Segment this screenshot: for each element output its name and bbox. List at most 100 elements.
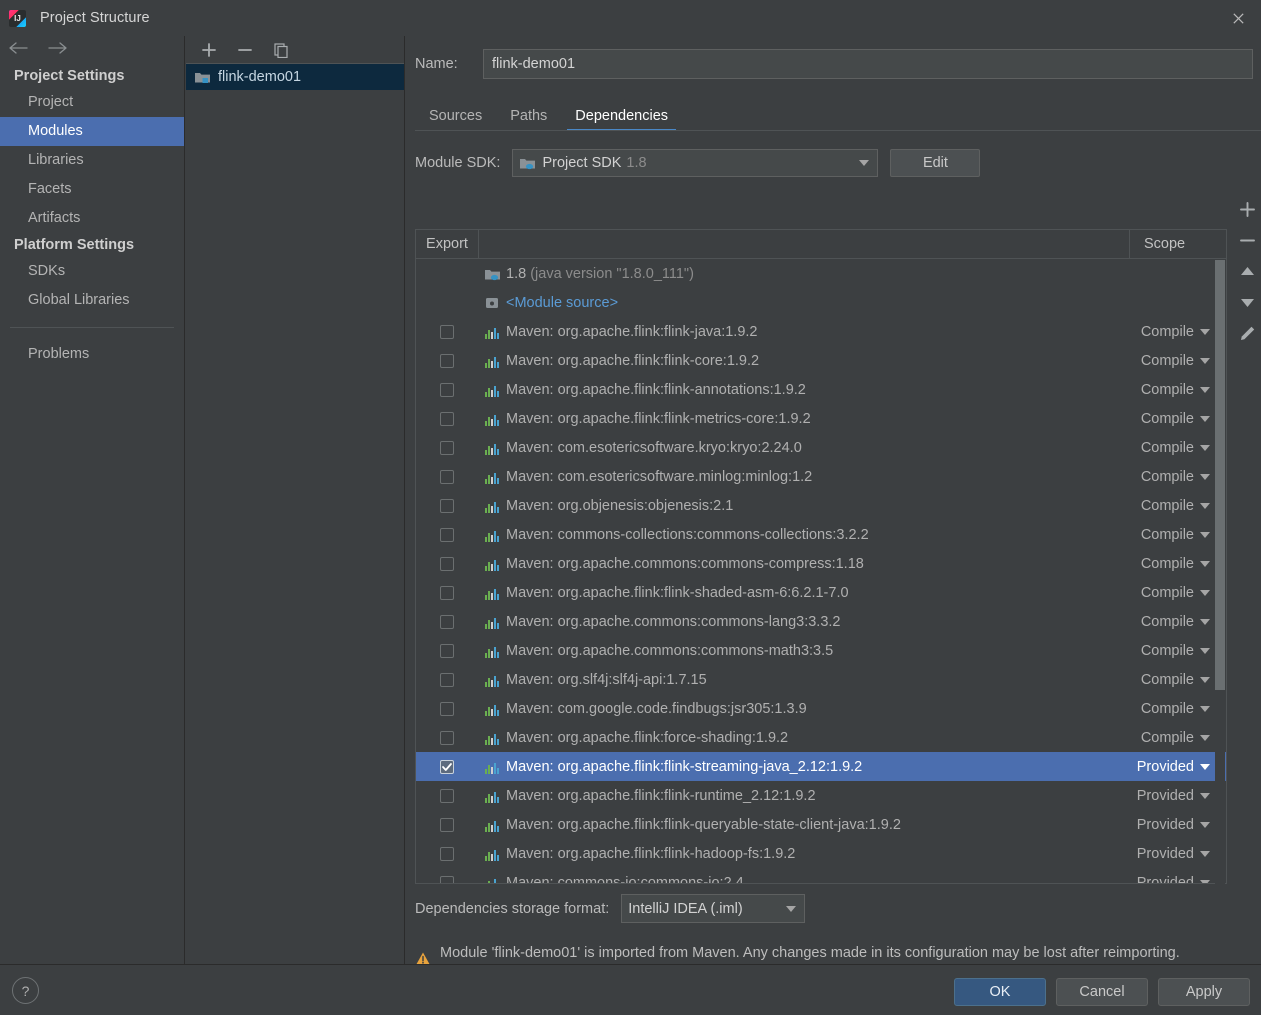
sidebar-item-problems[interactable]: Problems xyxy=(0,340,184,369)
tab-sources[interactable]: Sources xyxy=(415,104,496,131)
dependency-scope-select[interactable]: Compile xyxy=(1116,353,1226,369)
tab-dependencies[interactable]: Dependencies xyxy=(561,104,682,131)
checkbox-unchecked[interactable] xyxy=(440,788,454,803)
dependency-row[interactable]: Maven: com.esotericsoftware.minlog:minlo… xyxy=(416,462,1226,491)
sidebar-item-facets[interactable]: Facets xyxy=(0,175,184,204)
remove-module-button[interactable] xyxy=(232,39,258,61)
checkbox-unchecked[interactable] xyxy=(440,324,454,339)
sidebar-item-libraries[interactable]: Libraries xyxy=(0,146,184,175)
dependency-row[interactable]: Maven: org.apache.flink:flink-java:1.9.2… xyxy=(416,317,1226,346)
checkbox-unchecked[interactable] xyxy=(440,527,454,542)
dependencies-scrollbar[interactable] xyxy=(1215,260,1225,884)
dependency-export-cell[interactable] xyxy=(416,527,478,542)
checkbox-unchecked[interactable] xyxy=(440,382,454,397)
dependency-row[interactable]: 1.8 (java version "1.8.0_111") xyxy=(416,259,1226,288)
dependency-export-cell[interactable] xyxy=(416,846,478,861)
dependency-export-cell[interactable] xyxy=(416,324,478,339)
dependency-scope-select[interactable]: Compile xyxy=(1116,556,1226,572)
dependency-row[interactable]: Maven: org.objenesis:objenesis:2.1 Compil… xyxy=(416,491,1226,520)
move-down-button[interactable] xyxy=(1234,289,1260,315)
scrollbar-thumb[interactable] xyxy=(1215,260,1225,690)
ok-button[interactable]: OK xyxy=(954,978,1046,1006)
dependency-scope-select[interactable]: Compile xyxy=(1116,440,1226,456)
dependency-row[interactable]: Maven: org.apache.flink:flink-metrics-co… xyxy=(416,404,1226,433)
dependency-row[interactable]: Maven: org.apache.flink:flink-shaded-asm… xyxy=(416,578,1226,607)
dependency-scope-select[interactable]: Compile xyxy=(1116,585,1226,601)
storage-format-select[interactable]: IntelliJ IDEA (.iml) xyxy=(621,894,806,923)
dependency-row[interactable]: Maven: com.esotericsoftware.kryo:kryo:2.… xyxy=(416,433,1226,462)
dependency-export-cell[interactable] xyxy=(416,643,478,658)
sidebar-item-global-libraries[interactable]: Global Libraries xyxy=(0,286,184,315)
checkbox-unchecked[interactable] xyxy=(440,701,454,716)
apply-button[interactable]: Apply xyxy=(1158,978,1250,1006)
dependency-row[interactable]: Maven: org.apache.flink:flink-core:1.9.2… xyxy=(416,346,1226,375)
dependency-row[interactable]: Maven: commons-io:commons-io:2.4 Provided xyxy=(416,868,1226,883)
dependency-row[interactable]: Maven: commons-collections:commons-colle… xyxy=(416,520,1226,549)
dependency-scope-select[interactable]: Compile xyxy=(1116,614,1226,630)
checkbox-unchecked[interactable] xyxy=(440,585,454,600)
dependency-scope-select[interactable]: Provided xyxy=(1116,846,1226,862)
module-sdk-select[interactable]: Project SDK 1.8 xyxy=(512,149,879,177)
dependency-row[interactable]: Maven: org.apache.commons:commons-lang3:… xyxy=(416,607,1226,636)
sidebar-item-modules[interactable]: Modules xyxy=(0,117,184,146)
dependency-row[interactable]: Maven: org.apache.flink:flink-streaming-… xyxy=(416,752,1226,781)
dependency-row[interactable]: <Module source> xyxy=(416,288,1226,317)
dependency-export-cell[interactable] xyxy=(416,759,478,774)
dependency-export-cell[interactable] xyxy=(416,614,478,629)
dependency-scope-select[interactable]: Compile xyxy=(1116,411,1226,427)
add-dependency-button[interactable] xyxy=(1234,196,1260,222)
checkbox-unchecked[interactable] xyxy=(440,672,454,687)
checkbox-unchecked[interactable] xyxy=(440,498,454,513)
dependency-row[interactable]: Maven: org.apache.flink:flink-runtime_2.… xyxy=(416,781,1226,810)
close-icon[interactable] xyxy=(1215,0,1261,36)
dependency-export-cell[interactable] xyxy=(416,440,478,455)
dependency-scope-select[interactable]: Compile xyxy=(1116,643,1226,659)
move-up-button[interactable] xyxy=(1234,258,1260,284)
module-list-item[interactable]: flink-demo01 xyxy=(186,64,404,90)
dependency-export-cell[interactable] xyxy=(416,701,478,716)
dependency-scope-select[interactable]: Provided xyxy=(1116,875,1226,883)
dependency-scope-select[interactable]: Compile xyxy=(1116,324,1226,340)
checkbox-unchecked[interactable] xyxy=(440,875,454,883)
dependency-export-cell[interactable] xyxy=(416,353,478,368)
add-module-button[interactable] xyxy=(196,39,222,61)
dependency-export-cell[interactable] xyxy=(416,556,478,571)
checkbox-unchecked[interactable] xyxy=(440,817,454,832)
dependency-scope-select[interactable]: Compile xyxy=(1116,672,1226,688)
dependency-row[interactable]: Maven: com.google.code.findbugs:jsr305:1… xyxy=(416,694,1226,723)
module-name-input[interactable] xyxy=(483,49,1253,79)
dependency-export-cell[interactable] xyxy=(416,411,478,426)
arrow-right-icon[interactable] xyxy=(46,41,68,60)
dependency-export-cell[interactable] xyxy=(416,672,478,687)
dependency-export-cell[interactable] xyxy=(416,382,478,397)
dependency-row[interactable]: Maven: org.apache.flink:flink-queryable-… xyxy=(416,810,1226,839)
dependency-scope-select[interactable]: Provided xyxy=(1116,817,1226,833)
remove-dependency-button[interactable] xyxy=(1234,227,1260,253)
edit-sdk-button[interactable]: Edit xyxy=(890,149,981,177)
sidebar-item-artifacts[interactable]: Artifacts xyxy=(0,204,184,233)
dependency-scope-select[interactable]: Provided xyxy=(1116,788,1226,804)
dependency-row[interactable]: Maven: org.apache.commons:commons-math3:… xyxy=(416,636,1226,665)
checkbox-unchecked[interactable] xyxy=(440,730,454,745)
dependency-scope-select[interactable]: Compile xyxy=(1116,469,1226,485)
sidebar-item-project[interactable]: Project xyxy=(0,88,184,117)
checkbox-unchecked[interactable] xyxy=(440,643,454,658)
dependency-scope-select[interactable]: Compile xyxy=(1116,527,1226,543)
dependency-scope-select[interactable]: Provided xyxy=(1116,759,1226,775)
dependency-scope-select[interactable]: Compile xyxy=(1116,382,1226,398)
checkbox-unchecked[interactable] xyxy=(440,353,454,368)
dependency-row[interactable]: Maven: org.apache.flink:force-shading:1.… xyxy=(416,723,1226,752)
sidebar-item-sdks[interactable]: SDKs xyxy=(0,257,184,286)
dependency-row[interactable]: Maven: org.apache.commons:commons-compre… xyxy=(416,549,1226,578)
dependency-row[interactable]: Maven: org.slf4j:slf4j-api:1.7.15 Compile xyxy=(416,665,1226,694)
dependency-export-cell[interactable] xyxy=(416,875,478,883)
checkbox-unchecked[interactable] xyxy=(440,614,454,629)
dependency-scope-select[interactable]: Compile xyxy=(1116,498,1226,514)
question-mark-icon[interactable]: ? xyxy=(12,977,39,1004)
arrow-left-icon[interactable] xyxy=(8,41,30,60)
dependency-export-cell[interactable] xyxy=(416,498,478,513)
edit-dependency-button[interactable] xyxy=(1234,320,1260,346)
dependency-export-cell[interactable] xyxy=(416,585,478,600)
dependency-export-cell[interactable] xyxy=(416,469,478,484)
dependency-row[interactable]: Maven: org.apache.flink:flink-hadoop-fs:… xyxy=(416,839,1226,868)
